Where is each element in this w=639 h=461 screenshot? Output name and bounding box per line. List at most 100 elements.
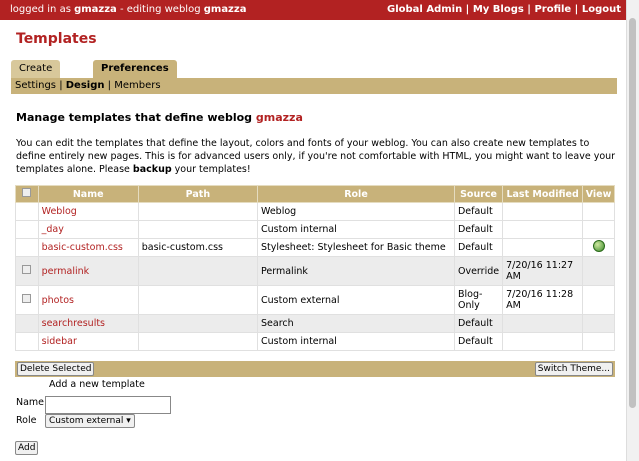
template-modified <box>502 314 584 333</box>
scrollbar-thumb[interactable] <box>629 18 636 408</box>
template-source: Override <box>453 256 504 286</box>
table-row: basic-custom.css basic-custom.css Styles… <box>15 238 615 257</box>
template-name-link[interactable]: _day <box>37 220 139 239</box>
chevron-down-icon: ▾ <box>126 416 131 426</box>
row-select[interactable] <box>15 256 39 286</box>
template-view <box>582 238 615 257</box>
current-weblog: gmazza <box>203 4 247 15</box>
template-name-link[interactable]: basic-custom.css <box>37 238 139 257</box>
table-row: permalink Permalink Override 7/20/16 11:… <box>15 256 615 286</box>
subnav-members[interactable]: Members <box>114 80 160 91</box>
separator: | <box>571 4 582 15</box>
separator: | <box>523 4 535 15</box>
template-path <box>137 332 259 351</box>
select-all-header[interactable] <box>15 185 39 203</box>
col-view: View <box>582 185 615 203</box>
template-source: Default <box>453 238 504 257</box>
top-links: Global Admin | My Blogs | Profile | Logo… <box>387 4 621 15</box>
template-path <box>137 314 259 333</box>
checkbox-icon[interactable] <box>22 188 32 197</box>
template-name-link[interactable]: permalink <box>37 256 139 286</box>
table-row: sidebar Custom internal Default <box>15 332 615 351</box>
template-role: Custom external <box>257 285 455 315</box>
template-role: Stylesheet: Stylesheet for Basic theme <box>257 238 455 257</box>
col-name: Name <box>37 185 139 203</box>
tab-preferences[interactable]: Preferences <box>93 60 177 78</box>
template-name-link[interactable]: sidebar <box>37 332 139 351</box>
col-role: Role <box>257 185 455 203</box>
checkbox-icon[interactable] <box>22 294 32 303</box>
section-weblog-name: gmazza <box>255 111 303 124</box>
row-select[interactable] <box>15 285 39 315</box>
my-blogs-link[interactable]: My Blogs <box>473 4 524 15</box>
table-row: _day Custom internal Default <box>15 220 615 239</box>
logout-link[interactable]: Logout <box>582 4 621 15</box>
template-source: Default <box>453 220 504 239</box>
role-select[interactable]: Custom external ▾ <box>45 414 135 428</box>
templates-table: Name Path Role Source Last Modified View… <box>15 185 615 351</box>
template-name-link[interactable]: photos <box>37 285 139 315</box>
editing-prefix: - editing weblog <box>116 4 201 15</box>
template-role: Permalink <box>257 256 455 286</box>
description: You can edit the templates that define t… <box>16 137 616 176</box>
vertical-scrollbar[interactable] <box>626 0 639 461</box>
template-name-link[interactable]: Weblog <box>37 202 139 221</box>
logged-in-prefix: logged in as <box>10 4 71 15</box>
template-view <box>582 256 615 286</box>
template-modified <box>502 202 584 221</box>
table-row: photos Custom external Blog-Only 7/20/16… <box>15 285 615 315</box>
delete-selected-button[interactable]: Delete Selected <box>17 362 95 376</box>
template-role: Custom internal <box>257 332 455 351</box>
template-path <box>137 220 259 239</box>
table-row: searchresults Search Default <box>15 314 615 333</box>
row-select <box>15 314 39 333</box>
template-path: basic-custom.css <box>137 238 259 257</box>
template-modified <box>502 332 584 351</box>
template-source: Default <box>453 314 504 333</box>
sub-navigation: Settings | Design | Members <box>11 78 617 94</box>
template-modified: 7/20/16 11:28 AM <box>502 285 584 315</box>
col-source: Source <box>453 185 504 203</box>
col-last-modified: Last Modified <box>502 185 584 203</box>
checkbox-icon[interactable] <box>22 265 32 274</box>
table-header: Name Path Role Source Last Modified View <box>15 185 615 203</box>
template-view <box>582 220 615 239</box>
template-source: Default <box>453 202 504 221</box>
col-path: Path <box>137 185 259 203</box>
template-role: Custom internal <box>257 220 455 239</box>
name-label: Name <box>16 397 45 408</box>
template-name-input[interactable] <box>45 396 171 414</box>
template-path <box>137 202 259 221</box>
description-text: You can edit the templates that define t… <box>16 138 616 175</box>
subnav-design[interactable]: Design <box>66 80 105 91</box>
template-role: Weblog <box>257 202 455 221</box>
switch-theme-button[interactable]: Switch Theme... <box>534 362 613 376</box>
row-select <box>15 220 39 239</box>
subnav-settings[interactable]: Settings <box>15 80 56 91</box>
add-button[interactable]: Add <box>15 441 39 455</box>
username: gmazza <box>74 4 117 15</box>
row-select <box>15 202 39 221</box>
template-view <box>582 285 615 315</box>
template-view <box>582 314 615 333</box>
add-template-title: Add a new template <box>49 379 145 390</box>
view-globe-icon[interactable] <box>592 240 605 252</box>
template-modified: 7/20/16 11:27 AM <box>502 256 584 286</box>
profile-link[interactable]: Profile <box>534 4 571 15</box>
row-select <box>15 332 39 351</box>
role-select-value: Custom external <box>49 416 124 426</box>
tab-create-edit[interactable]: Create & Edit <box>11 60 61 92</box>
row-select <box>15 238 39 257</box>
template-path <box>137 256 259 286</box>
template-name-link[interactable]: searchresults <box>37 314 139 333</box>
top-bar: logged in as gmazza - editing weblog gma… <box>0 0 627 20</box>
template-view <box>582 332 615 351</box>
template-path <box>137 285 259 315</box>
page-title: Templates <box>16 31 97 47</box>
template-modified <box>502 220 584 239</box>
global-admin-link[interactable]: Global Admin <box>387 4 462 15</box>
table-action-bar: Delete Selected Switch Theme... <box>15 361 615 377</box>
table-row: Weblog Weblog Default <box>15 202 615 221</box>
description-tail: your templates! <box>174 164 251 175</box>
login-status: logged in as gmazza - editing weblog gma… <box>10 4 246 15</box>
